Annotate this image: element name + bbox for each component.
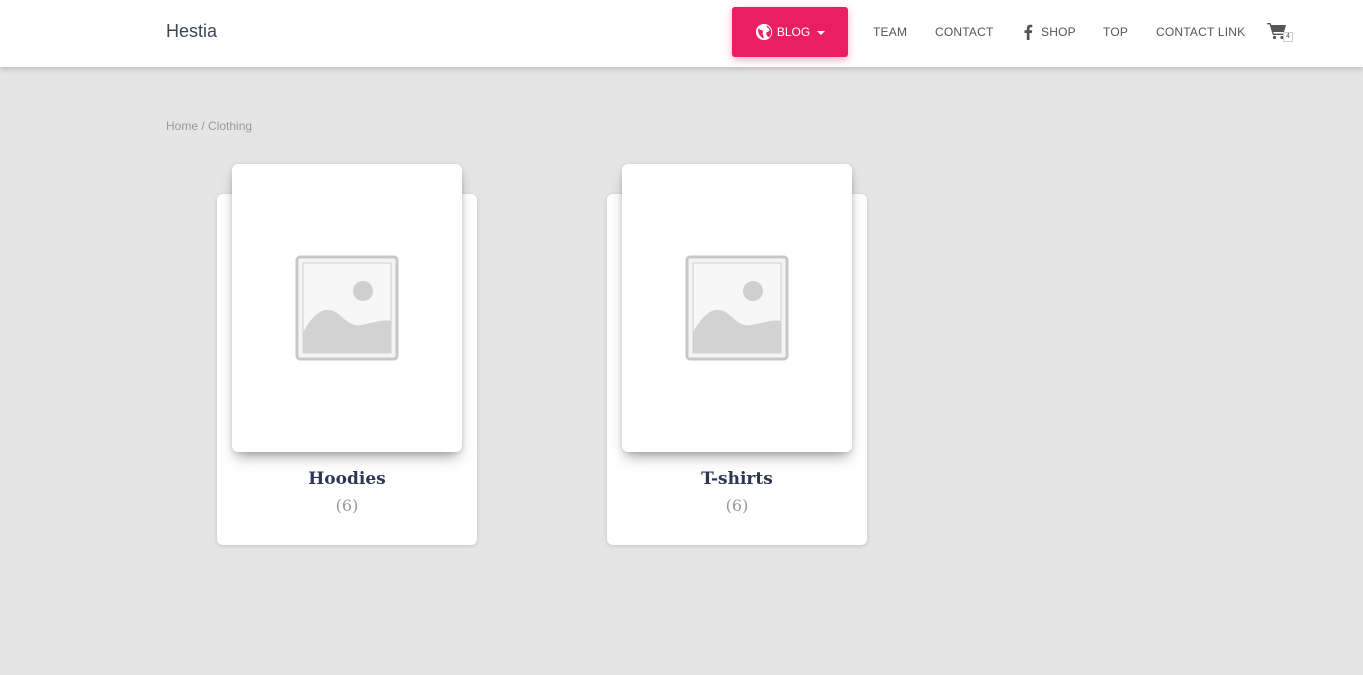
breadcrumb-current: Clothing bbox=[208, 119, 253, 133]
placeholder-image-icon bbox=[295, 255, 399, 361]
site-brand-link[interactable]: Hestia bbox=[166, 21, 217, 42]
cart-button[interactable]: 4 bbox=[1267, 22, 1295, 44]
placeholder-image-icon bbox=[685, 255, 789, 361]
nav-item-contact-link-label: CONTACT LINK bbox=[1156, 24, 1246, 39]
nav-item-shop[interactable]: SHOP bbox=[1023, 0, 1076, 63]
facebook-icon bbox=[1023, 24, 1033, 40]
top-navbar: Hestia BLOG TEAM CONTACT SHOP TOP CONTAC… bbox=[0, 0, 1363, 67]
nav-item-shop-label: SHOP bbox=[1041, 24, 1076, 39]
nav-item-contact-label: CONTACT bbox=[935, 24, 994, 39]
category-count: (6) bbox=[335, 496, 359, 515]
nav-item-contact[interactable]: CONTACT bbox=[935, 0, 994, 63]
category-card-hoodies[interactable]: Hoodies (6) bbox=[217, 164, 477, 545]
nav-item-top[interactable]: TOP bbox=[1103, 0, 1128, 63]
nav-blog-label: BLOG bbox=[776, 25, 811, 39]
category-card-tshirts[interactable]: T-shirts (6) bbox=[607, 164, 867, 545]
nav-item-team[interactable]: TEAM bbox=[873, 0, 907, 63]
category-title[interactable]: T-shirts bbox=[607, 469, 867, 489]
globe-icon bbox=[755, 23, 773, 41]
category-count: (6) bbox=[725, 496, 749, 515]
nav-item-contact-link[interactable]: CONTACT LINK bbox=[1156, 0, 1245, 63]
nav-item-top-label: TOP bbox=[1103, 24, 1129, 39]
nav-blog-dropdown[interactable]: BLOG bbox=[732, 7, 848, 57]
caret-down-icon bbox=[817, 31, 826, 35]
breadcrumb-home-link[interactable]: Home bbox=[166, 119, 198, 133]
category-title[interactable]: Hoodies bbox=[217, 469, 477, 489]
nav-item-team-label: TEAM bbox=[873, 24, 908, 39]
breadcrumb-separator: / bbox=[198, 119, 209, 133]
category-image[interactable] bbox=[622, 164, 852, 452]
breadcrumb: Home / Clothing bbox=[166, 119, 252, 133]
category-image[interactable] bbox=[232, 164, 462, 452]
cart-count-badge: 4 bbox=[1283, 32, 1293, 42]
